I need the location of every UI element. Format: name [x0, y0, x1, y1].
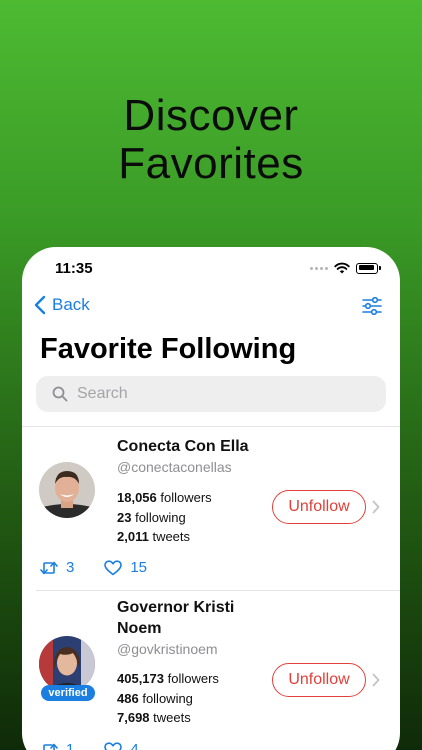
tweets-stat: 7,698 tweets	[117, 708, 219, 728]
account-stats: 405,173 followers 486 following 7,698 tw…	[117, 669, 219, 728]
followers-label: followers	[167, 671, 219, 686]
retweet-count: 3	[66, 559, 75, 576]
wifi-icon	[334, 262, 350, 274]
account-name: Governor Kristi Noem	[117, 597, 234, 639]
retweet-count: 1	[66, 741, 75, 750]
account-handle: @conectaconellas	[117, 459, 232, 475]
retweet-icon	[43, 743, 58, 750]
following-stat: 23 following	[117, 508, 212, 528]
retweet-action[interactable]: 3	[40, 559, 74, 576]
status-time: 11:35	[55, 260, 93, 277]
followers-stat: 18,056 followers	[117, 488, 212, 508]
verified-badge: verified	[41, 685, 95, 701]
tweets-count: 2,011	[117, 529, 149, 544]
unfollow-button[interactable]: Unfollow	[272, 490, 366, 524]
like-action[interactable]: 15	[104, 559, 147, 576]
back-chevron-icon	[34, 295, 46, 315]
like-count: 4	[130, 741, 139, 750]
following-label: following	[142, 690, 193, 706]
back-label: Back	[52, 295, 90, 314]
unfollow-button[interactable]: Unfollow	[272, 663, 366, 697]
heart-icon	[104, 559, 123, 575]
page-title: Favorite Following	[40, 333, 297, 365]
search-input[interactable]	[77, 385, 357, 403]
tweets-count: 7,698	[117, 710, 150, 725]
navigation-bar: Back	[22, 295, 400, 321]
list-item[interactable]: Conecta Con Ella @conectaconellas 18,056…	[22, 427, 400, 590]
search-icon	[52, 386, 68, 402]
account-name: Conecta Con Ella	[117, 438, 249, 455]
account-name-line-2: Noem	[117, 620, 162, 637]
heart-icon	[104, 741, 123, 750]
like-count: 15	[130, 559, 148, 576]
chevron-right-icon[interactable]	[372, 500, 380, 514]
back-button[interactable]: Back	[34, 295, 90, 315]
tweets-stat: 2,011 tweets	[117, 527, 212, 547]
followers-stat: 405,173 followers	[117, 669, 219, 689]
filter-button[interactable]	[362, 296, 382, 320]
filter-sliders-icon	[362, 296, 382, 316]
status-bar: 11:35	[22, 247, 400, 291]
tweets-label: tweets	[152, 529, 191, 544]
phone-screen: 11:35 Back Favorite Following Search Con…	[22, 247, 400, 750]
promo-line-2: Favorites	[118, 139, 304, 188]
tweet-actions: 1 4	[40, 741, 169, 750]
following-count: 486	[117, 690, 139, 706]
followers-count: 405,173	[117, 671, 164, 686]
followers-label: followers	[160, 490, 212, 505]
following-stat: 486 following	[117, 689, 219, 709]
account-handle: @govkristinoem	[117, 641, 218, 657]
avatar	[39, 462, 95, 518]
following-label: following	[135, 509, 186, 525]
status-icons	[310, 262, 381, 274]
retweet-action[interactable]: 1	[40, 741, 74, 750]
list-item[interactable]: verified Governor Kristi Noem @govkristi…	[22, 591, 400, 750]
tweet-actions: 3 15	[40, 559, 177, 576]
tweets-label: tweets	[153, 710, 191, 725]
avatar	[39, 636, 95, 692]
followers-count: 18,056	[117, 490, 157, 505]
like-action[interactable]: 4	[104, 741, 139, 750]
account-stats: 18,056 followers 23 following 2,011 twee…	[117, 488, 212, 547]
following-count: 23	[117, 509, 132, 525]
promo-line-1: Discover	[123, 91, 299, 140]
account-name-line-1: Governor Kristi	[117, 599, 235, 616]
battery-icon	[356, 262, 381, 274]
promo-headline: Discover Favorites	[0, 92, 422, 188]
search-field[interactable]	[36, 376, 386, 412]
chevron-right-icon[interactable]	[372, 673, 380, 687]
signal-icon	[310, 266, 328, 270]
retweet-icon	[40, 561, 58, 574]
